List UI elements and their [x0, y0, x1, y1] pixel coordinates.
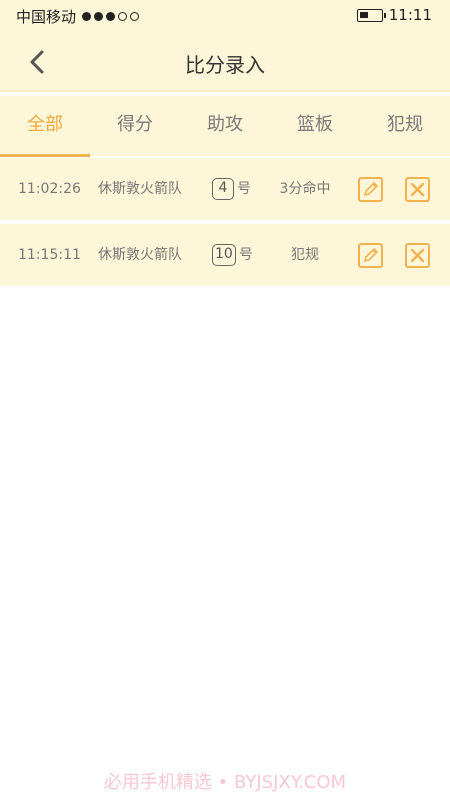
status-right: 11:11	[356, 6, 432, 24]
close-icon	[410, 182, 425, 197]
list-item: 11:02:26 休斯敦火箭队 4 号 3分命中	[0, 158, 450, 220]
list-item: 11:15:11 休斯敦火箭队 10 号 犯规	[0, 224, 450, 286]
page-title: 比分录入	[185, 53, 265, 77]
tab-all[interactable]: 全部	[0, 96, 90, 157]
record-time: 11:15:11	[18, 247, 81, 263]
record-time: 11:02:26	[18, 181, 81, 197]
close-icon	[410, 248, 425, 263]
record-event: 犯规	[291, 247, 319, 263]
status-bar: 中国移动 11:11	[0, 0, 450, 32]
watermark: 必用手机精选 • BYJSJXY.COM	[103, 772, 347, 793]
battery-fill	[359, 11, 368, 18]
carrier-name: 中国移动	[16, 8, 77, 26]
tab-assist[interactable]: 助攻	[180, 96, 270, 156]
delete-button[interactable]	[405, 177, 430, 202]
signal-icon	[82, 12, 140, 21]
record-team: 休斯敦火箭队	[98, 181, 182, 197]
signal-dot	[106, 12, 116, 21]
status-left: 中国移动	[16, 6, 140, 27]
player-number-suffix: 号	[238, 247, 253, 263]
record-event: 3分命中	[279, 181, 331, 197]
record-list: 11:02:26 休斯敦火箭队 4 号 3分命中 11:15:11 休斯敦火箭队…	[0, 158, 450, 290]
player-number-badge: 10	[212, 244, 236, 266]
edit-button[interactable]	[358, 177, 383, 202]
tab-bar: 全部 得分 助攻 篮板 犯规	[0, 96, 450, 157]
record-team: 休斯敦火箭队	[98, 247, 182, 263]
signal-dot	[130, 12, 140, 21]
signal-dot	[94, 12, 104, 21]
signal-dot	[82, 12, 92, 21]
tab-rebound[interactable]: 篮板	[270, 96, 360, 156]
pencil-icon	[364, 248, 378, 262]
tab-score[interactable]: 得分	[90, 96, 180, 156]
edit-button[interactable]	[358, 243, 383, 268]
nav-bar: 比分录入	[0, 32, 450, 92]
pencil-icon	[364, 182, 378, 196]
battery-icon	[356, 8, 386, 22]
status-time: 11:11	[388, 6, 432, 24]
record-player-number: 4 号	[212, 158, 251, 220]
player-number-suffix: 号	[237, 181, 251, 197]
signal-dot	[118, 12, 128, 21]
delete-button[interactable]	[405, 243, 430, 268]
record-player-number: 10 号	[212, 224, 253, 286]
tab-foul[interactable]: 犯规	[360, 96, 450, 156]
player-number-badge: 4	[212, 178, 234, 200]
